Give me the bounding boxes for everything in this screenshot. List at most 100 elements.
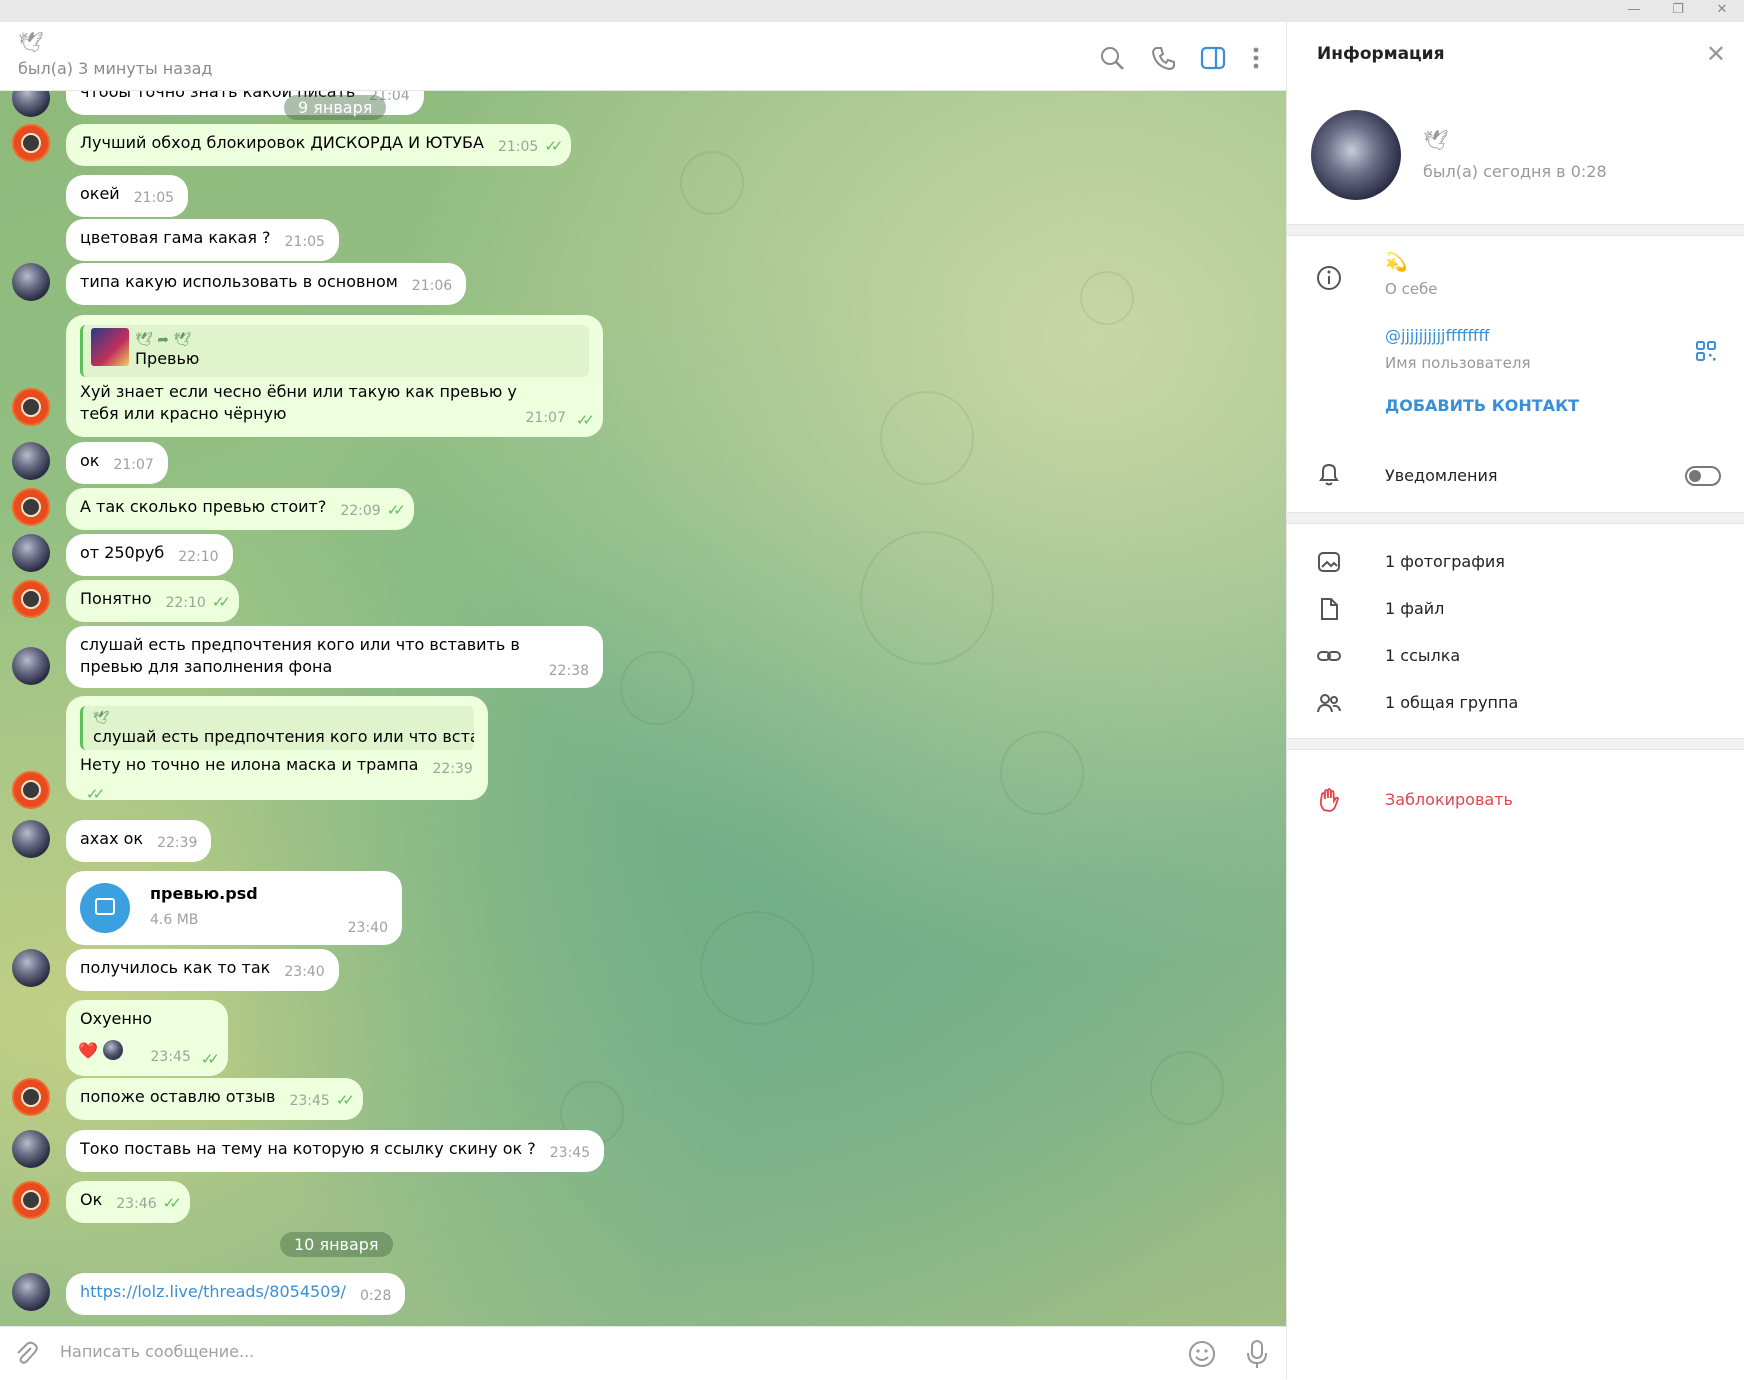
reply-text: Превью bbox=[135, 349, 200, 368]
photo-icon[interactable] bbox=[1315, 548, 1343, 576]
message-text: Понятно bbox=[80, 589, 152, 608]
message-time: 22:38 bbox=[548, 663, 589, 679]
file-size: 4.6 MB bbox=[150, 912, 199, 928]
restore-button[interactable]: ❐ bbox=[1656, 0, 1700, 22]
date-separator: 9 января bbox=[284, 95, 387, 120]
add-contact-button[interactable]: ДОБАВИТЬ КОНТАКТ bbox=[1385, 396, 1579, 415]
avatar[interactable] bbox=[12, 534, 50, 572]
link-icon[interactable] bbox=[1315, 642, 1343, 670]
avatar[interactable] bbox=[12, 1130, 50, 1168]
message-bubble[interactable]: от 250руб 22:10 bbox=[66, 534, 233, 576]
bell-icon bbox=[1319, 463, 1339, 486]
section-divider bbox=[1287, 512, 1744, 524]
message-bubble[interactable]: цветовая гама какая ? 21:05 bbox=[66, 219, 339, 261]
message-text: получилось как то так bbox=[80, 958, 271, 977]
block-button[interactable]: Заблокировать bbox=[1385, 790, 1513, 809]
message-bubble[interactable]: ахах ок 22:39 bbox=[66, 820, 212, 862]
media-photos[interactable]: 1 фотография bbox=[1385, 552, 1505, 571]
forwarded-preview[interactable]: 🕊 ➦ 🕊 Превью bbox=[80, 325, 589, 377]
avatar[interactable] bbox=[12, 647, 50, 685]
avatar[interactable] bbox=[12, 91, 50, 117]
image-file-icon[interactable] bbox=[80, 883, 130, 933]
file-name[interactable]: превью.psd bbox=[150, 883, 258, 905]
emoji-icon[interactable] bbox=[1187, 1339, 1217, 1369]
read-check-icon: ✓✓ bbox=[162, 1194, 182, 1212]
attach-icon[interactable] bbox=[12, 1339, 40, 1367]
avatar[interactable] bbox=[12, 1078, 50, 1116]
background-doodle bbox=[700, 911, 814, 1025]
peer-name[interactable]: 🕊 bbox=[18, 30, 43, 54]
message-text: попоже оставлю отзыв bbox=[80, 1087, 276, 1106]
message-bubble[interactable]: попоже оставлю отзыв 23:45 ✓✓ bbox=[66, 1078, 363, 1120]
media-links[interactable]: 1 ссылка bbox=[1385, 646, 1460, 665]
section-divider bbox=[1287, 224, 1744, 236]
message-bubble[interactable]: ок 21:07 bbox=[66, 442, 168, 484]
reaction[interactable]: ❤️ bbox=[78, 1040, 124, 1062]
background-doodle bbox=[620, 651, 694, 725]
read-check-icon: ✓✓ bbox=[335, 1091, 355, 1109]
avatar[interactable] bbox=[12, 488, 50, 526]
phone-icon[interactable] bbox=[1150, 44, 1178, 72]
message-bubble[interactable]: Ок 23:46 ✓✓ bbox=[66, 1181, 190, 1223]
message-time: 23:45 ✓✓ bbox=[150, 1049, 221, 1068]
search-icon[interactable] bbox=[1098, 44, 1126, 72]
message-bubble[interactable]: Токо поставь на тему на которую я ссылку… bbox=[66, 1130, 605, 1172]
message-time: 22:39 bbox=[432, 761, 473, 777]
message-bubble[interactable]: А так сколько превью стоит? 22:09 ✓✓ bbox=[66, 488, 414, 530]
microphone-icon[interactable] bbox=[1242, 1338, 1272, 1370]
message-text: ахах ок bbox=[80, 829, 144, 848]
message-bubble[interactable]: окей 21:05 bbox=[66, 175, 189, 217]
media-groups[interactable]: 1 общая группа bbox=[1385, 693, 1518, 712]
notifications-toggle[interactable] bbox=[1685, 466, 1721, 486]
group-icon[interactable] bbox=[1315, 689, 1343, 717]
minimize-button[interactable]: — bbox=[1612, 0, 1656, 22]
avatar[interactable] bbox=[12, 442, 50, 480]
avatar[interactable] bbox=[12, 820, 50, 858]
username-link[interactable]: @jjjjjjjjjjffffffff bbox=[1385, 326, 1490, 345]
block-hand-icon[interactable] bbox=[1315, 786, 1343, 814]
reply-quote[interactable]: 🕊 слушай есть предпочтения кого или что … bbox=[80, 706, 474, 750]
file-message[interactable]: превью.psd 4.6 MB 23:40 bbox=[66, 871, 402, 945]
info-panel: Информация ✕ 🕊 был(а) сегодня в 0:28 💫 О… bbox=[1286, 22, 1744, 1379]
username-label: Имя пользователя bbox=[1385, 354, 1531, 372]
avatar[interactable] bbox=[12, 771, 50, 809]
avatar[interactable] bbox=[12, 388, 50, 426]
message-bubble[interactable]: слушай есть предпочтения кого или что вс… bbox=[66, 626, 603, 688]
avatar[interactable] bbox=[12, 949, 50, 987]
message-input[interactable] bbox=[58, 1341, 1062, 1362]
message-text: окей bbox=[80, 184, 120, 203]
message-bubble[interactable]: https://lolz.live/threads/8054509/0:28 bbox=[66, 1273, 406, 1315]
avatar[interactable] bbox=[12, 124, 50, 162]
avatar[interactable] bbox=[12, 1181, 50, 1219]
message-text: Токо поставь на тему на которую я ссылку… bbox=[80, 1139, 536, 1158]
message-time: 23:45 bbox=[549, 1145, 591, 1161]
avatar[interactable] bbox=[12, 263, 50, 301]
close-icon[interactable]: ✕ bbox=[1706, 40, 1726, 68]
file-icon[interactable] bbox=[1315, 595, 1343, 623]
message-bubble[interactable]: 🕊 ➦ 🕊 Превью Хуй знает если чесно ёбни и… bbox=[66, 315, 603, 437]
message-bubble[interactable]: Понятно 22:10 ✓✓ bbox=[66, 580, 239, 622]
message-text: Лучший обход блокировок ДИСКОРДА И ЮТУБА bbox=[80, 133, 484, 152]
message-time: 22:39 bbox=[157, 835, 198, 851]
message-bubble[interactable]: типа какую использовать в основном 21:06 bbox=[66, 263, 467, 305]
bio-label: О себе bbox=[1385, 280, 1438, 298]
message-time: 23:45 bbox=[289, 1093, 330, 1109]
profile-avatar[interactable] bbox=[1311, 110, 1401, 200]
reply-text: слушай есть предпочтения кого или что вс… bbox=[93, 727, 474, 746]
sidebar-toggle-icon[interactable] bbox=[1199, 44, 1227, 72]
message-bubble[interactable]: Охуенно ❤️ 23:45 ✓✓ bbox=[66, 1000, 228, 1076]
message-link[interactable]: https://lolz.live/threads/8054509/ bbox=[80, 1282, 346, 1301]
message-bubble[interactable]: Лучший обход блокировок ДИСКОРДА И ЮТУБА… bbox=[66, 124, 572, 166]
read-check-icon: ✓✓ bbox=[211, 593, 231, 611]
avatar[interactable] bbox=[12, 580, 50, 618]
media-files[interactable]: 1 файл bbox=[1385, 599, 1444, 618]
avatar[interactable] bbox=[12, 1273, 50, 1311]
message-bubble[interactable]: 🕊 слушай есть предпочтения кого или что … bbox=[66, 696, 488, 803]
chat-messages-area[interactable]: чтобы точно знать какой писать 21:04 9 ян… bbox=[0, 91, 1286, 1326]
qr-code-icon[interactable] bbox=[1695, 340, 1717, 362]
read-check-icon: ✓✓ bbox=[86, 785, 105, 803]
close-window-button[interactable]: ✕ bbox=[1700, 0, 1744, 22]
message-bubble[interactable]: получилось как то так 23:40 bbox=[66, 949, 339, 991]
reply-sender: 🕊 bbox=[93, 711, 110, 726]
more-options-icon[interactable] bbox=[1242, 44, 1270, 72]
